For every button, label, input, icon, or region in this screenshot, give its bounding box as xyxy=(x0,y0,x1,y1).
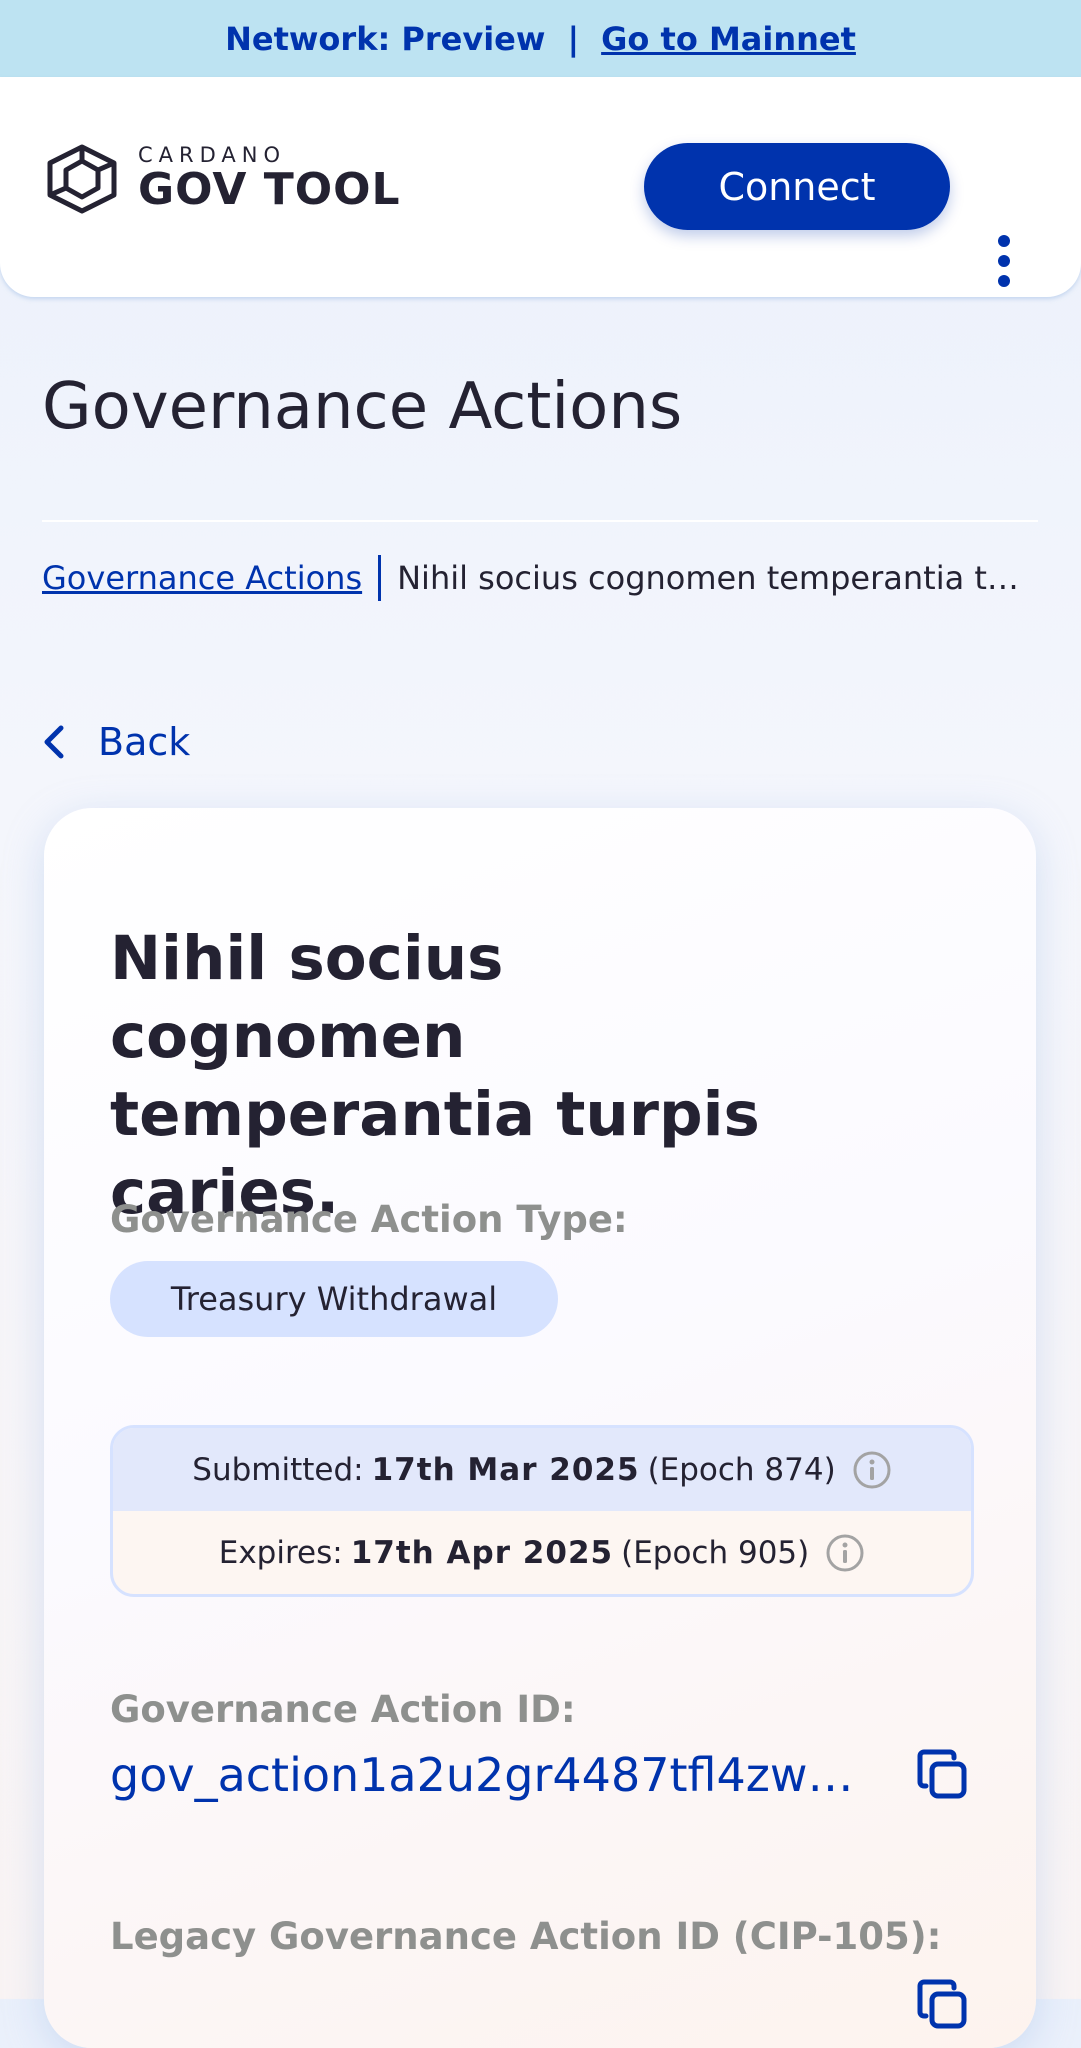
legacy-id-label: Legacy Governance Action ID (CIP-105): xyxy=(110,1915,942,1958)
legacy-id-row xyxy=(110,1978,970,2032)
info-icon[interactable] xyxy=(852,1450,892,1490)
action-title: Nihil socius cognomen temperantia turpis… xyxy=(110,923,760,1228)
action-id-label: Governance Action ID: xyxy=(110,1688,576,1731)
copy-icon[interactable] xyxy=(916,1978,970,2032)
submitted-date: 17th Mar 2025 xyxy=(371,1451,640,1488)
back-button[interactable]: Back xyxy=(42,720,190,764)
expires-label: Expires: xyxy=(218,1534,343,1571)
top-header: CARDANO GOV TOOL Connect xyxy=(0,77,1081,297)
go-to-mainnet-link[interactable]: Go to Mainnet xyxy=(601,20,856,58)
action-type-label: Governance Action Type: xyxy=(110,1198,628,1241)
action-id-row: gov_action1a2u2gr4487tfl4zwrt0… xyxy=(110,1748,970,1802)
breadcrumb: Governance Actions Nihil socius cognomen… xyxy=(42,555,1038,601)
chevron-left-icon xyxy=(44,725,64,759)
governance-action-card: Nihil socius cognomen temperantia turpis… xyxy=(44,808,1036,2048)
banner-separator: | xyxy=(567,19,580,58)
copy-icon[interactable] xyxy=(916,1748,970,1802)
logo-small-text: CARDANO xyxy=(138,143,287,167)
back-label: Back xyxy=(98,720,191,764)
dates-box: Submitted: 17th Mar 2025 (Epoch 874) Exp… xyxy=(110,1425,974,1597)
expires-epoch: (Epoch 905) xyxy=(621,1534,810,1571)
expires-date: 17th Apr 2025 xyxy=(350,1534,614,1571)
info-icon[interactable] xyxy=(825,1533,865,1573)
title-divider xyxy=(42,520,1038,522)
breadcrumb-current: Nihil socius cognomen temperantia turpis… xyxy=(397,559,1038,597)
vertical-dots-menu-icon[interactable] xyxy=(992,235,1016,291)
action-type-pill: Treasury Withdrawal xyxy=(110,1261,558,1337)
connect-button[interactable]: Connect xyxy=(644,143,950,230)
breadcrumb-separator xyxy=(378,555,382,601)
expires-row: Expires: 17th Apr 2025 (Epoch 905) xyxy=(113,1511,971,1594)
logo-big-text: GOV TOOL xyxy=(138,164,401,215)
action-id-value[interactable]: gov_action1a2u2gr4487tfl4zwrt0… xyxy=(110,1748,870,1802)
submitted-row: Submitted: 17th Mar 2025 (Epoch 874) xyxy=(113,1428,971,1511)
page-title: Governance Actions xyxy=(42,370,683,444)
submitted-label: Submitted: xyxy=(192,1451,364,1488)
submitted-epoch: (Epoch 874) xyxy=(647,1451,836,1488)
app-logo[interactable]: CARDANO GOV TOOL xyxy=(42,143,401,215)
breadcrumb-link-governance-actions[interactable]: Governance Actions xyxy=(42,559,362,597)
network-banner: Network: Preview | Go to Mainnet xyxy=(0,0,1081,77)
network-label: Network: Preview xyxy=(225,19,546,58)
cardano-hexagon-logo-icon xyxy=(47,144,117,214)
